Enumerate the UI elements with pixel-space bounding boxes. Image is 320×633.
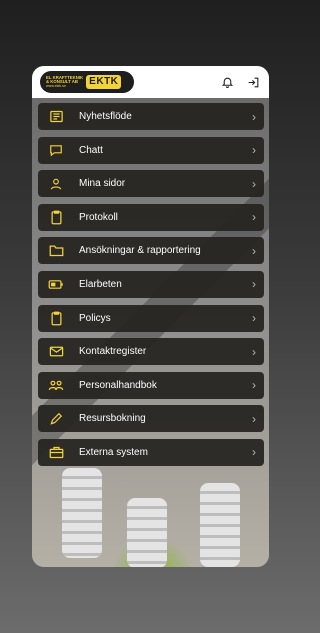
menu-label: Kontaktregister [79,346,147,358]
app-header: EL KRAFTTEKNIK & KONSULT AB www.ektk.se … [32,66,269,98]
menu-item-nyhetsflode[interactable]: Nyhetsflöde › [38,103,264,130]
user-icon [47,175,65,193]
menu-item-externa-system[interactable]: Externa system › [38,438,264,466]
insulator-shape [127,498,167,567]
briefcase-icon [47,443,65,461]
menu-label: Resursbokning [79,413,146,425]
menu-item-personalhandbok[interactable]: Personalhandbok › [38,371,264,399]
chevron-right-icon: › [252,109,256,124]
menu-label: Ansökningar & rapportering [79,245,201,257]
menu-label: Nyhetsflöde [79,111,132,122]
chevron-right-icon: › [252,445,256,460]
menu-item-ansokningar[interactable]: Ansökningar & rapportering › [38,237,264,265]
menu-item-mina-sidor[interactable]: Mina sidor › [38,170,264,198]
mail-icon [47,343,65,361]
menu-item-kontaktregister[interactable]: Kontaktregister › [38,338,264,366]
menu-label: Protokoll [79,211,118,223]
chevron-right-icon: › [252,210,256,225]
logout-icon[interactable] [245,74,261,90]
insulator-shape [200,483,240,567]
newspaper-icon [47,108,65,126]
menu-item-elarbeten[interactable]: Elarbeten › [38,270,264,298]
folder-icon [47,242,65,260]
menu-label: Chatt [79,144,103,156]
chevron-right-icon: › [252,176,256,191]
menu-item-policys[interactable]: Policys › [38,304,264,332]
chevron-right-icon: › [252,143,256,158]
battery-icon [47,275,65,293]
chevron-right-icon: › [252,277,256,292]
menu-label: Personalhandbok [79,379,157,391]
chevron-right-icon: › [252,411,256,426]
logo-line-3: www.ektk.se [46,83,66,88]
clipboard-icon [47,309,65,327]
chevron-right-icon: › [252,344,256,359]
chevron-right-icon: › [252,378,256,393]
menu-label: Externa system [79,446,148,458]
menu-label: Mina sidor [79,178,126,190]
people-icon [47,376,65,394]
menu-label: Elarbeten [79,278,122,290]
clipboard-icon [47,208,65,226]
bell-icon[interactable] [219,74,235,90]
menu-item-chatt[interactable]: Chatt › [38,136,264,164]
chat-icon [47,141,65,159]
menu-item-protokoll[interactable]: Protokoll › [38,203,264,231]
logo-mark: EKTK [86,75,122,89]
menu-label: Policys [79,312,111,324]
insulator-shape [62,468,102,558]
company-logo[interactable]: EL KRAFTTEKNIK & KONSULT AB www.ektk.se … [40,71,134,93]
pencil-icon [47,410,65,428]
app-screen: EL KRAFTTEKNIK & KONSULT AB www.ektk.se … [32,66,269,567]
chevron-right-icon: › [252,243,256,258]
chevron-right-icon: › [252,311,256,326]
main-menu: Nyhetsflöde › Chatt › Mina sidor › Proto… [38,103,264,473]
menu-item-resursbokning[interactable]: Resursbokning › [38,405,264,433]
